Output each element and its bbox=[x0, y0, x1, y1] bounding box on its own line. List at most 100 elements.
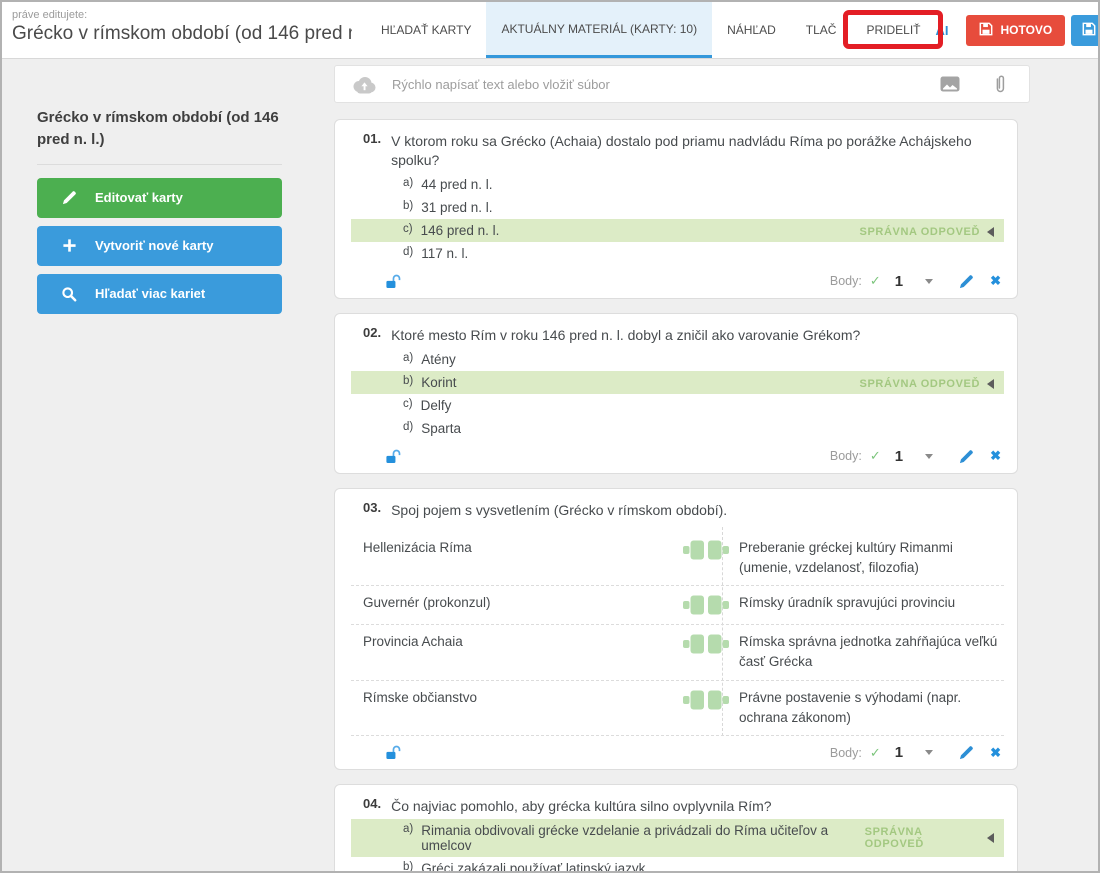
match-connector-icon[interactable] bbox=[673, 630, 739, 656]
unlock-icon[interactable] bbox=[385, 448, 401, 465]
answer-option[interactable]: d) Sparta bbox=[351, 417, 1004, 440]
check-icon: ✓ bbox=[870, 448, 881, 464]
sidebar-button-plus[interactable]: Vytvoriť nové karty bbox=[37, 226, 282, 266]
caret-down-icon[interactable] bbox=[925, 750, 933, 755]
delete-card-icon[interactable]: ✖ bbox=[990, 448, 1001, 464]
points-label: Body: bbox=[830, 274, 862, 288]
question-row: 04. Čo najviac pomohlo, aby grécka kultú… bbox=[335, 797, 1017, 819]
content-area: Grécko v rímskom období (od 146 pred n. … bbox=[2, 59, 1098, 873]
option-letter: a) bbox=[403, 823, 413, 835]
tab-2[interactable]: AKTUÁLNY MATERIÁL (KARTY: 10) bbox=[486, 2, 712, 58]
save-button[interactable] bbox=[1071, 15, 1100, 46]
answer-option[interactable]: c) 146 pred n. l. SPRÁVNA ODPOVEĎ bbox=[351, 219, 1004, 242]
question-card-01: 01. V ktorom roku sa Grécko (Achaia) dos… bbox=[334, 119, 1018, 299]
sidebar-button-label: Vytvoriť nové karty bbox=[95, 238, 213, 253]
paperclip-icon[interactable] bbox=[994, 74, 1007, 95]
match-row: Provincia Achaia Rímska správna jednotka… bbox=[351, 625, 1004, 681]
answer-option[interactable]: b) Korint SPRÁVNA ODPOVEĎ bbox=[351, 371, 1004, 394]
ai-button[interactable]: AI bbox=[935, 23, 948, 38]
quick-bar-icons bbox=[940, 74, 1029, 95]
question-row: 02. Ktoré mesto Rím v roku 146 pred n. l… bbox=[335, 326, 1017, 348]
tab-4[interactable]: TLAČ bbox=[791, 2, 852, 58]
match-connector-icon[interactable] bbox=[673, 591, 739, 617]
match-term[interactable]: Rímske občianstvo bbox=[351, 686, 673, 705]
match-area: Hellenizácia Ríma Preberanie gréckej kul… bbox=[351, 531, 1004, 737]
card-footer: Body: ✓ 1 ✖ bbox=[335, 736, 1017, 764]
quick-text-input[interactable] bbox=[390, 76, 940, 93]
match-term[interactable]: Hellenizácia Ríma bbox=[351, 536, 673, 555]
sidebar-button-search[interactable]: Hľadať viac kariet bbox=[37, 274, 282, 314]
sidebar-material-title: Grécko v rímskom období (od 146 pred n. … bbox=[37, 107, 282, 165]
option-letter: a) bbox=[403, 177, 413, 189]
unlock-icon[interactable] bbox=[385, 273, 401, 290]
image-icon[interactable] bbox=[940, 76, 960, 92]
answer-option[interactable]: d) 117 n. l. bbox=[351, 242, 1004, 265]
match-definition[interactable]: Preberanie gréckej kultúry Rimanmi (umen… bbox=[739, 536, 1004, 579]
floppy-save-icon bbox=[1082, 22, 1096, 39]
floppy-save-icon bbox=[979, 22, 993, 39]
question-row: 03. Spoj pojem s vysvetlením (Grécko v r… bbox=[335, 501, 1017, 523]
answer-option[interactable]: b) Gréci zakázali používať latinský jazy… bbox=[351, 857, 1004, 873]
option-letter: d) bbox=[403, 246, 413, 258]
editing-label: práve editujete: bbox=[12, 9, 352, 21]
search-icon bbox=[43, 286, 95, 302]
answer-option[interactable]: a) Atény bbox=[351, 348, 1004, 371]
tab-1[interactable]: HĽADAŤ KARTY bbox=[366, 2, 486, 58]
edit-card-icon[interactable] bbox=[959, 274, 974, 289]
question-card-02: 02. Ktoré mesto Rím v roku 146 pred n. l… bbox=[334, 313, 1018, 474]
option-letter: d) bbox=[403, 421, 413, 433]
done-button[interactable]: HOTOVO bbox=[966, 15, 1065, 46]
sidebar-button-pencil[interactable]: Editovať karty bbox=[37, 178, 282, 218]
tab-3[interactable]: NÁHĽAD bbox=[712, 2, 791, 58]
delete-card-icon[interactable]: ✖ bbox=[990, 745, 1001, 761]
answer-option[interactable]: b) 31 pred n. l. bbox=[351, 196, 1004, 219]
caret-down-icon[interactable] bbox=[925, 279, 933, 284]
topbar-actions: AI HOTOVO ✖ bbox=[935, 2, 1100, 58]
option-text: Gréci zakázali používať latinský jazyk bbox=[421, 861, 645, 873]
points-label: Body: bbox=[830, 449, 862, 463]
triangle-left-icon bbox=[987, 227, 994, 237]
match-row: Hellenizácia Ríma Preberanie gréckej kul… bbox=[351, 531, 1004, 587]
points-value[interactable]: 1 bbox=[895, 273, 903, 290]
option-letter: c) bbox=[403, 223, 413, 235]
app-window: práve editujete: Grécko v rímskom období… bbox=[0, 0, 1100, 873]
cloud-upload-icon bbox=[351, 75, 377, 94]
points-value[interactable]: 1 bbox=[895, 744, 903, 761]
option-text: 146 pred n. l. bbox=[421, 223, 500, 238]
correct-answer-badge: SPRÁVNA ODPOVEĎ bbox=[860, 378, 994, 390]
question-number: 01. bbox=[363, 131, 381, 169]
option-letter: c) bbox=[403, 398, 413, 410]
delete-card-icon[interactable]: ✖ bbox=[990, 273, 1001, 289]
triangle-left-icon bbox=[987, 379, 994, 389]
sidebar-button-label: Hľadať viac kariet bbox=[95, 286, 205, 301]
edit-card-icon[interactable] bbox=[959, 745, 974, 760]
match-definition[interactable]: Rímska správna jednotka zahŕňajúca veľkú… bbox=[739, 630, 1004, 673]
correct-answer-badge: SPRÁVNA ODPOVEĎ bbox=[865, 826, 994, 850]
match-definition[interactable]: Rímsky úradník spravujúci provinciu bbox=[739, 591, 1004, 613]
unlock-icon[interactable] bbox=[385, 744, 401, 761]
option-letter: a) bbox=[403, 352, 413, 364]
caret-down-icon[interactable] bbox=[925, 454, 933, 459]
correct-answer-label: SPRÁVNA ODPOVEĎ bbox=[860, 378, 980, 390]
answer-option[interactable]: a) 44 pred n. l. bbox=[351, 173, 1004, 196]
correct-answer-badge: SPRÁVNA ODPOVEĎ bbox=[860, 226, 994, 238]
quick-add-bar[interactable] bbox=[334, 65, 1030, 103]
match-connector-icon[interactable] bbox=[673, 686, 739, 712]
answer-option[interactable]: c) Delfy bbox=[351, 394, 1004, 417]
match-term[interactable]: Provincia Achaia bbox=[351, 630, 673, 649]
edit-card-icon[interactable] bbox=[959, 449, 974, 464]
answer-option[interactable]: a) Rimania obdivovali grécke vzdelanie a… bbox=[351, 819, 1004, 857]
pencil-icon bbox=[43, 190, 95, 205]
question-text: Spoj pojem s vysvetlením (Grécko v rímsk… bbox=[391, 501, 727, 520]
card-controls: Body: ✓ 1 ✖ bbox=[830, 448, 1001, 465]
tab-5[interactable]: PRIDELIŤ bbox=[851, 2, 935, 58]
done-button-label: HOTOVO bbox=[1000, 23, 1052, 37]
points-value[interactable]: 1 bbox=[895, 448, 903, 465]
match-term[interactable]: Guvernér (prokonzul) bbox=[351, 591, 673, 610]
correct-answer-label: SPRÁVNA ODPOVEĎ bbox=[865, 826, 980, 850]
card-controls: Body: ✓ 1 ✖ bbox=[830, 273, 1001, 290]
match-definition[interactable]: Právne postavenie s výhodami (napr. ochr… bbox=[739, 686, 1004, 729]
question-number: 02. bbox=[363, 325, 381, 344]
option-letter: b) bbox=[403, 200, 413, 212]
match-connector-icon[interactable] bbox=[673, 536, 739, 562]
